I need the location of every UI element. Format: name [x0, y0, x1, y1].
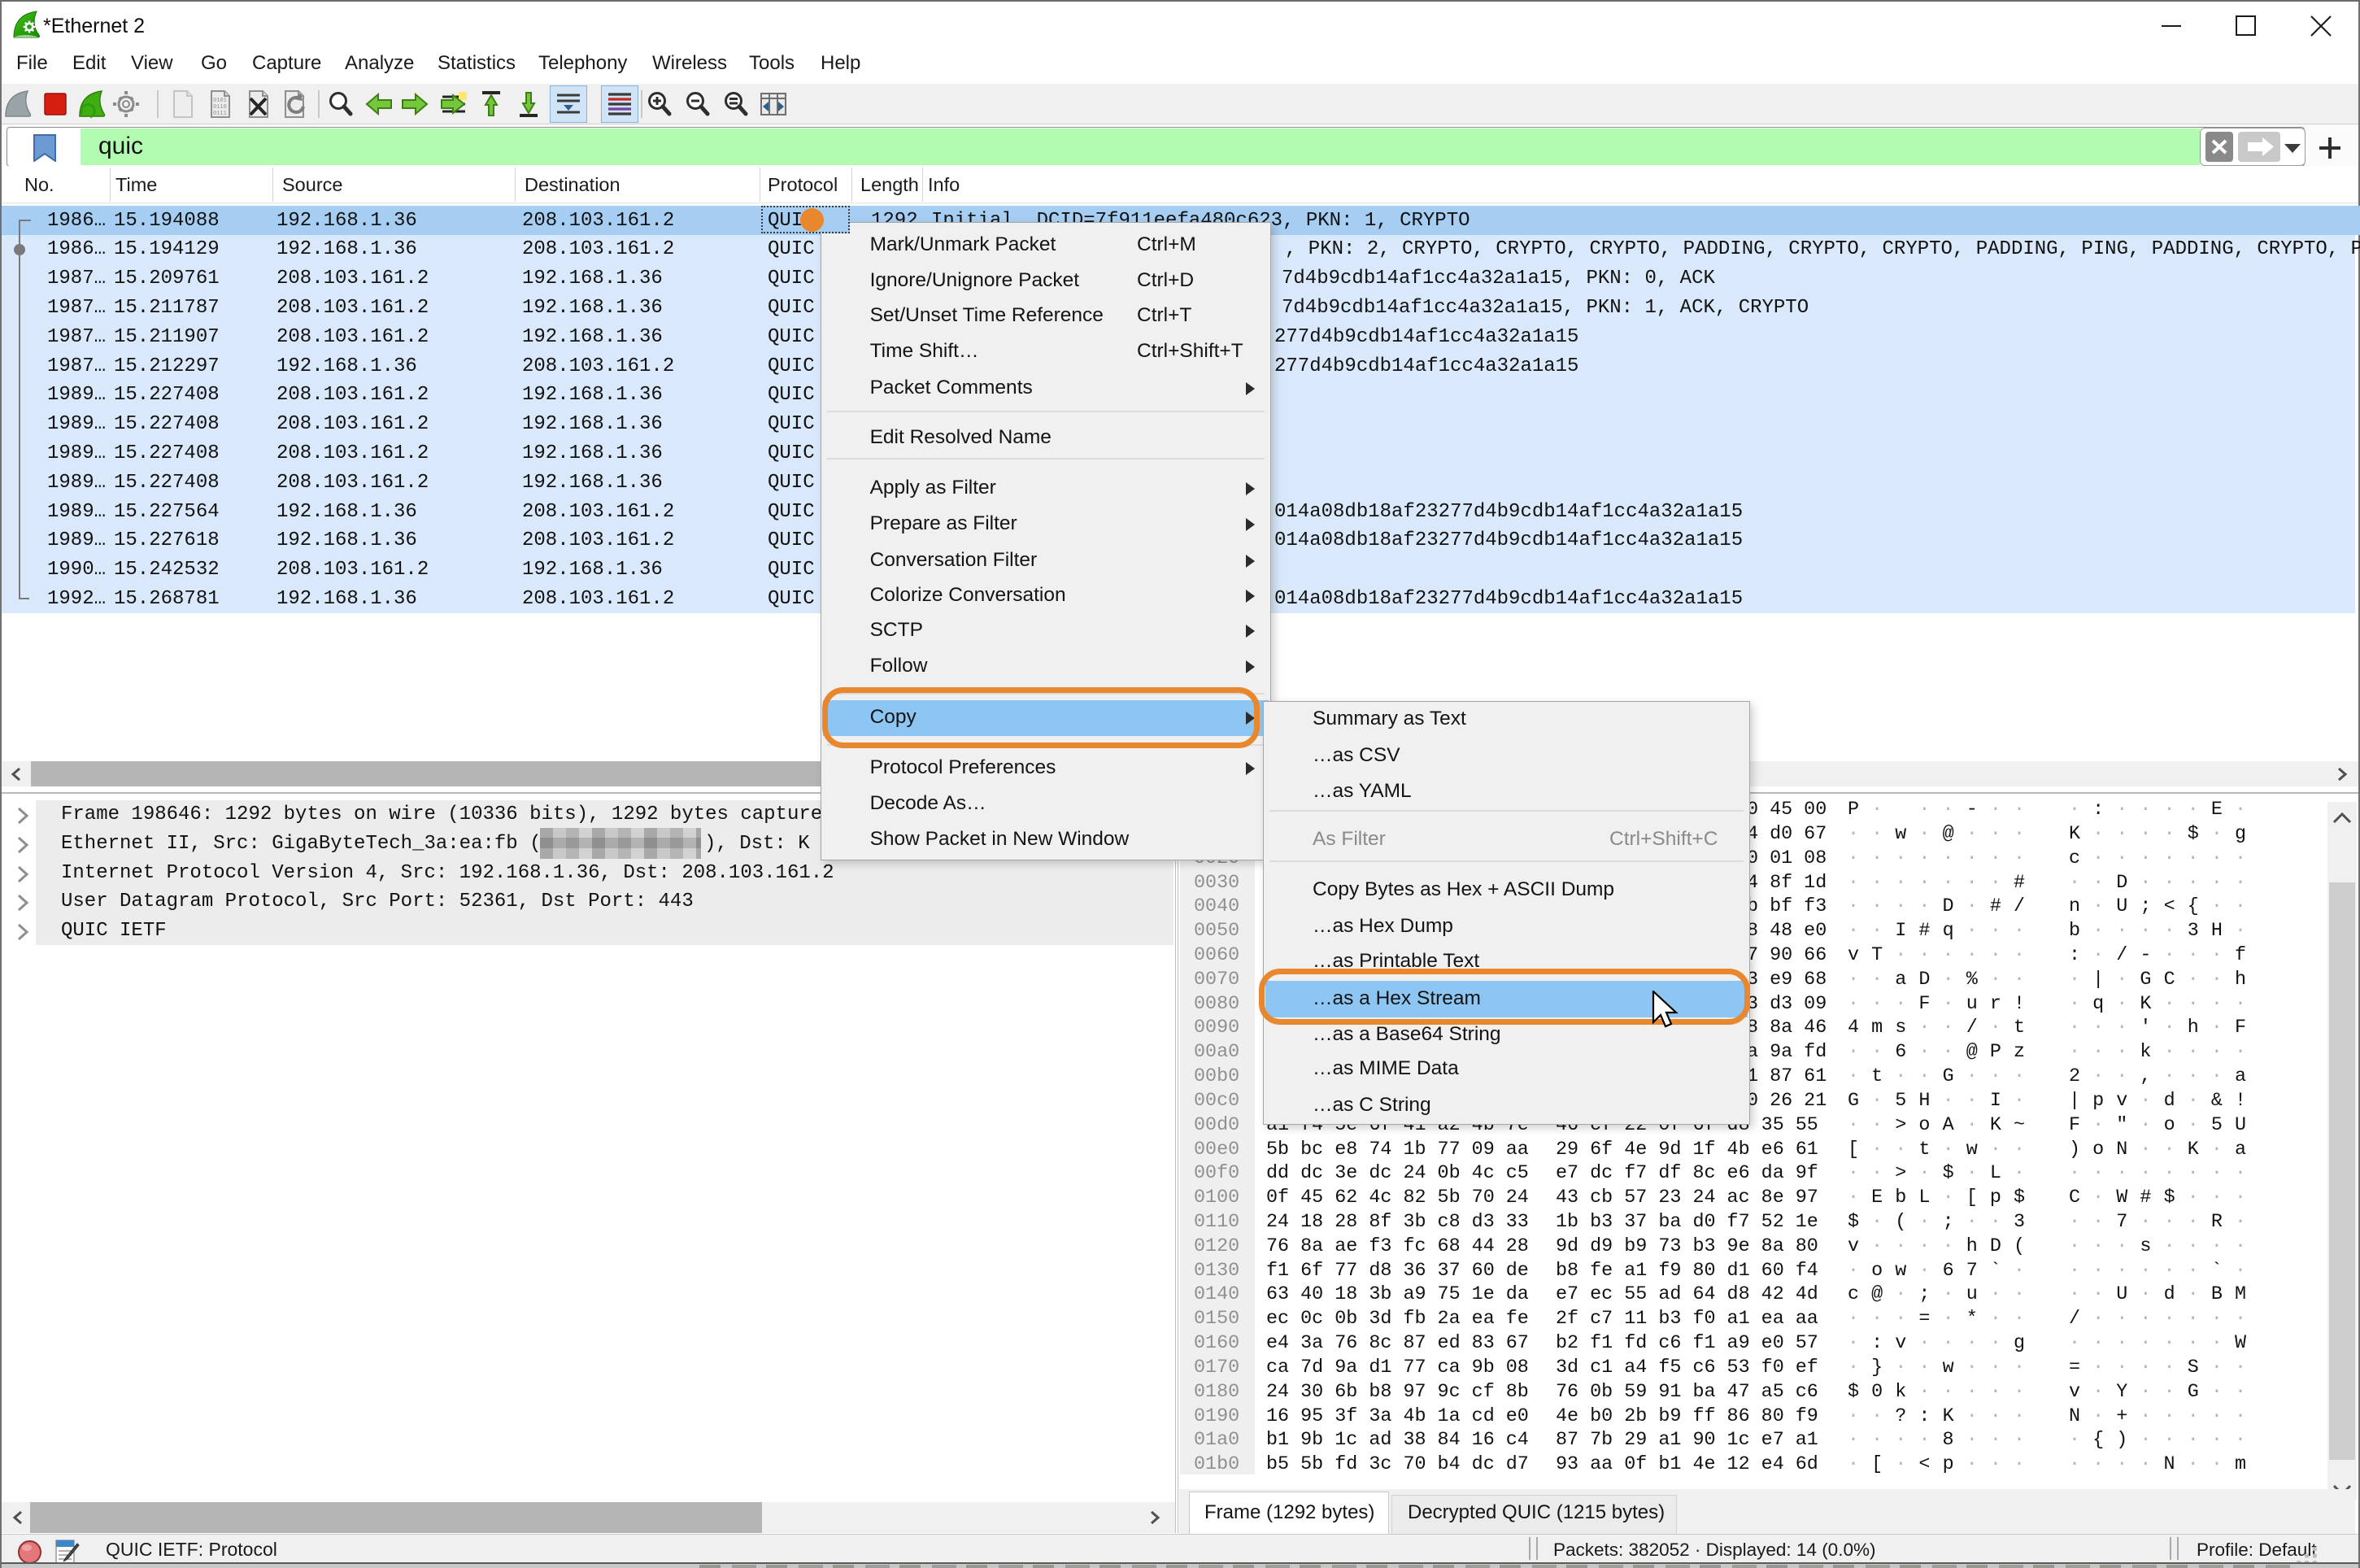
svg-text:0111: 0111 — [213, 111, 227, 117]
svg-text:0110: 0110 — [213, 104, 227, 111]
svg-text:0101: 0101 — [213, 98, 227, 104]
